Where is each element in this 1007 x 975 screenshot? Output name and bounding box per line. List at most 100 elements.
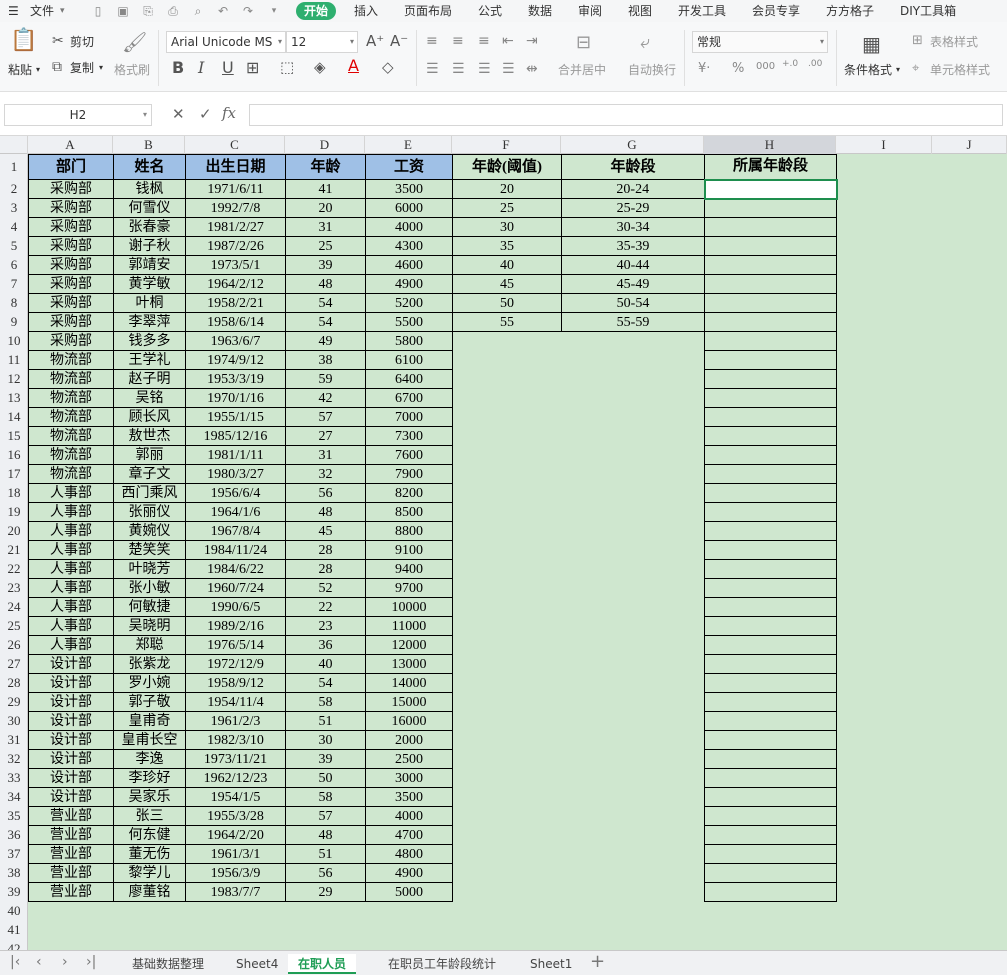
data-cell[interactable]: 4600: [365, 255, 453, 275]
row-header[interactable]: 6: [0, 255, 28, 274]
belongs-band-cell[interactable]: [704, 806, 837, 826]
data-cell[interactable]: 6100: [365, 350, 453, 370]
data-cell[interactable]: 8200: [365, 483, 453, 503]
menu-tab-6[interactable]: 视图: [628, 2, 652, 20]
column-header-h[interactable]: H: [704, 136, 836, 154]
menu-tab-3[interactable]: 公式: [478, 2, 502, 20]
empty-cell[interactable]: [837, 427, 933, 446]
empty-cell[interactable]: [933, 256, 1007, 275]
empty-cell[interactable]: [562, 674, 705, 693]
empty-cell[interactable]: [453, 503, 562, 522]
empty-cell[interactable]: [453, 522, 562, 541]
data-cell[interactable]: 54: [285, 312, 366, 332]
data-cell[interactable]: 30: [285, 730, 366, 750]
empty-cell[interactable]: [453, 427, 562, 446]
data-cell[interactable]: 设计部: [28, 768, 114, 788]
belongs-band-cell[interactable]: [704, 787, 837, 807]
data-cell[interactable]: 1956/3/9: [185, 863, 286, 883]
row-header[interactable]: 1: [0, 154, 28, 179]
data-cell[interactable]: 23: [285, 616, 366, 636]
customize-dropdown-icon[interactable]: ▾: [266, 3, 282, 19]
empty-cell[interactable]: [837, 807, 933, 826]
data-cell[interactable]: 楚笑笑: [113, 540, 186, 560]
empty-cell[interactable]: [933, 427, 1007, 446]
row-header[interactable]: 11: [0, 350, 28, 369]
data-cell[interactable]: 5800: [365, 331, 453, 351]
increase-decimal-icon[interactable]: +.0: [782, 60, 798, 69]
data-cell[interactable]: 1980/3/27: [185, 464, 286, 484]
data-cell[interactable]: 人事部: [28, 502, 114, 522]
data-cell[interactable]: 设计部: [28, 787, 114, 807]
data-cell[interactable]: 1958/6/14: [185, 312, 286, 332]
belongs-band-cell[interactable]: [704, 540, 837, 560]
empty-cell[interactable]: [933, 731, 1007, 750]
belongs-band-cell[interactable]: [704, 749, 837, 769]
save-icon[interactable]: ▣: [115, 3, 131, 19]
data-cell[interactable]: 22: [285, 597, 366, 617]
belongs-band-cell[interactable]: [704, 673, 837, 693]
data-cell[interactable]: 1971/6/11: [185, 179, 286, 199]
row-header[interactable]: 24: [0, 597, 28, 616]
data-cell[interactable]: 8500: [365, 502, 453, 522]
belongs-band-cell[interactable]: [704, 768, 837, 788]
empty-cell[interactable]: [837, 788, 933, 807]
hamburger-icon[interactable]: ☰: [8, 2, 19, 20]
copy-icon[interactable]: ⧉: [52, 60, 62, 74]
data-cell[interactable]: 59: [285, 369, 366, 389]
data-cell[interactable]: 营业部: [28, 825, 114, 845]
data-cell[interactable]: 何雪仪: [113, 198, 186, 218]
empty-cell[interactable]: [837, 275, 933, 294]
header-salary[interactable]: 工资: [365, 154, 453, 180]
header-name[interactable]: 姓名: [113, 154, 186, 180]
empty-cell[interactable]: [562, 731, 705, 750]
data-cell[interactable]: 54: [285, 673, 366, 693]
data-cell[interactable]: 赵子明: [113, 369, 186, 389]
row-header[interactable]: 19: [0, 502, 28, 521]
column-header-c[interactable]: C: [185, 136, 285, 154]
empty-cell[interactable]: [562, 503, 705, 522]
threshold-cell[interactable]: 25: [452, 198, 562, 218]
empty-cell[interactable]: [562, 408, 705, 427]
data-cell[interactable]: 1976/5/14: [185, 635, 286, 655]
first-sheet-icon[interactable]: |‹: [10, 954, 20, 970]
empty-cell[interactable]: [453, 560, 562, 579]
row-header[interactable]: 36: [0, 825, 28, 844]
empty-cell[interactable]: [562, 769, 705, 788]
belongs-band-cell[interactable]: [704, 692, 837, 712]
data-cell[interactable]: 营业部: [28, 844, 114, 864]
data-cell[interactable]: 物流部: [28, 445, 114, 465]
empty-cell[interactable]: [933, 769, 1007, 788]
data-cell[interactable]: 郭丽: [113, 445, 186, 465]
row-header[interactable]: 2: [0, 179, 28, 198]
fill-color-icon[interactable]: ◈: [314, 60, 326, 75]
row-header[interactable]: 30: [0, 711, 28, 730]
row-header[interactable]: 14: [0, 407, 28, 426]
threshold-cell[interactable]: 45: [452, 274, 562, 294]
data-cell[interactable]: 28: [285, 540, 366, 560]
data-cell[interactable]: 4900: [365, 863, 453, 883]
empty-cell[interactable]: [453, 370, 562, 389]
row-header[interactable]: 23: [0, 578, 28, 597]
empty-cell[interactable]: [837, 465, 933, 484]
empty-cell[interactable]: [933, 693, 1007, 712]
empty-cell[interactable]: [562, 883, 705, 902]
data-cell[interactable]: 7300: [365, 426, 453, 446]
empty-cell[interactable]: [453, 636, 562, 655]
data-cell[interactable]: 1954/11/4: [185, 692, 286, 712]
belongs-band-cell[interactable]: [704, 863, 837, 883]
row-header[interactable]: 26: [0, 635, 28, 654]
justify-icon[interactable]: ☰: [502, 62, 515, 76]
data-cell[interactable]: 27: [285, 426, 366, 446]
data-cell[interactable]: 采购部: [28, 331, 114, 351]
empty-cell[interactable]: [562, 788, 705, 807]
data-cell[interactable]: 张三: [113, 806, 186, 826]
menu-tab-0[interactable]: 开始: [296, 2, 337, 20]
belongs-band-cell[interactable]: [704, 730, 837, 750]
row-header[interactable]: 34: [0, 787, 28, 806]
belongs-band-cell[interactable]: [704, 255, 837, 275]
data-cell[interactable]: 12000: [365, 635, 453, 655]
data-cell[interactable]: 采购部: [28, 312, 114, 332]
data-cell[interactable]: 王学礼: [113, 350, 186, 370]
font-color-icon[interactable]: A: [348, 58, 359, 74]
empty-cell[interactable]: [837, 484, 933, 503]
